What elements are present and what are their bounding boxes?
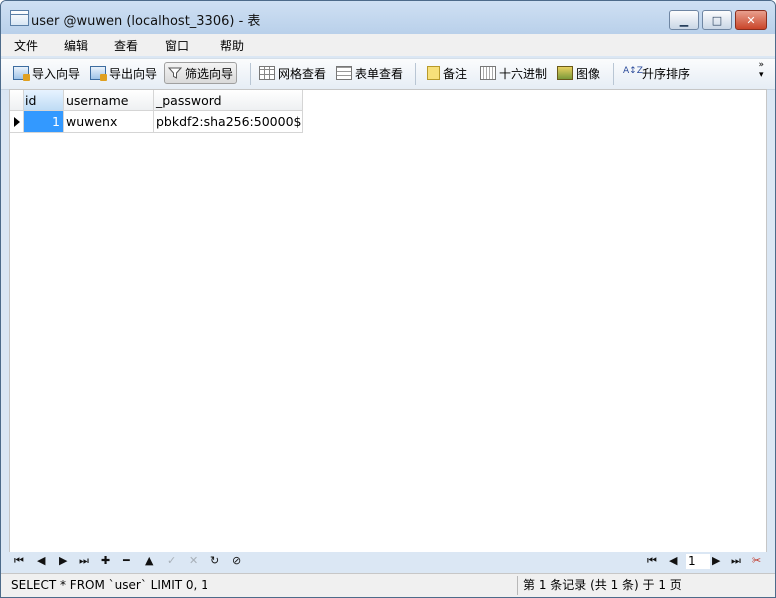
refresh-icon[interactable]: ↻ xyxy=(210,554,219,567)
delete-record-icon[interactable]: ━ xyxy=(123,554,130,567)
table-icon xyxy=(10,10,29,26)
close-button[interactable]: ✕ xyxy=(735,10,767,30)
minimize-button[interactable]: ▁ xyxy=(669,10,699,30)
sort-ascending-button[interactable]: A↕Z 升序排序 xyxy=(623,63,690,83)
memo-button[interactable]: 备注 xyxy=(427,63,467,83)
filter-wizard-button[interactable]: 筛选向导 xyxy=(164,62,238,84)
memo-label: 备注 xyxy=(443,66,468,81)
toolbar: 导入向导 导出向导 筛选向导 网格查看 表单查看 备注 十六进制 图像 A↕Z … xyxy=(1,58,775,90)
data-grid[interactable]: id username _password 1 wuwenx pbkdf2:sh… xyxy=(9,89,767,553)
import-wizard-label: 导入向导 xyxy=(32,66,81,81)
column-header-username[interactable]: username xyxy=(64,90,154,111)
prev-record-icon[interactable]: ◀ xyxy=(37,554,45,567)
maximize-button[interactable]: □ xyxy=(702,10,732,30)
minimize-icon: ▁ xyxy=(679,13,689,27)
table-cell-id[interactable]: 1 xyxy=(24,111,64,133)
export-icon xyxy=(90,66,107,81)
apply-changes-icon[interactable]: ✓ xyxy=(167,554,176,567)
toolbar-separator xyxy=(415,63,416,85)
window-title: user @wuwen (localhost_3306) - 表 xyxy=(31,14,261,29)
form-view-label: 表单查看 xyxy=(355,66,404,81)
menu-window[interactable]: 窗口 xyxy=(165,37,189,54)
last-page-icon[interactable]: ⏭ xyxy=(731,554,741,568)
row-header-corner xyxy=(10,90,24,111)
table-window: user @wuwen (localhost_3306) - 表 ▁ □ ✕ 文… xyxy=(0,0,776,598)
menu-edit[interactable]: 编辑 xyxy=(64,37,88,54)
image-button[interactable]: 图像 xyxy=(557,63,600,83)
image-icon xyxy=(557,66,573,80)
column-header-password[interactable]: _password xyxy=(154,90,303,111)
sort-ascending-icon: A↕Z xyxy=(623,66,643,76)
sort-ascending-label: 升序排序 xyxy=(642,66,691,81)
grid-view-button[interactable]: 网格查看 xyxy=(259,63,326,83)
grid-icon xyxy=(259,66,275,80)
form-view-button[interactable]: 表单查看 xyxy=(336,63,403,83)
window-controls: ▁ □ ✕ xyxy=(669,10,767,30)
sql-status-text: SELECT * FROM `user` LIMIT 0, 10 xyxy=(11,578,207,592)
last-record-icon[interactable]: ⏭ xyxy=(79,554,89,568)
table-cell-username[interactable]: wuwenx xyxy=(64,111,154,133)
title-bar[interactable]: user @wuwen (localhost_3306) - 表 ▁ □ ✕ xyxy=(1,1,775,34)
move-up-icon[interactable]: ▲ xyxy=(145,554,153,567)
menu-help[interactable]: 帮助 xyxy=(220,37,244,54)
status-separator xyxy=(517,576,518,595)
hex-button[interactable]: 十六进制 xyxy=(480,63,547,83)
menu-file[interactable]: 文件 xyxy=(14,37,38,54)
form-icon xyxy=(336,66,352,80)
image-label: 图像 xyxy=(576,66,601,81)
export-wizard-label: 导出向导 xyxy=(109,66,158,81)
settings-tool-icon[interactable]: ✂ xyxy=(752,554,761,567)
table-cell-password[interactable]: pbkdf2:sha256:50000$qU xyxy=(154,111,303,133)
prev-page-icon[interactable]: ◀ xyxy=(669,554,677,567)
first-record-icon[interactable]: ⏮ xyxy=(14,554,24,568)
record-navigator: ⏮ ◀ ▶ ⏭ ✚ ━ ▲ ✓ ✕ ↻ ⊘ ⏮ ◀ 1 ▶ ⏭ ✂ xyxy=(9,552,767,572)
memo-icon xyxy=(427,66,440,80)
record-status-text: 第 1 条记录 (共 1 条) 于 1 页 xyxy=(523,578,682,592)
filter-wizard-label: 筛选向导 xyxy=(185,66,234,81)
import-icon xyxy=(13,66,30,81)
current-row-indicator[interactable] xyxy=(10,111,24,133)
next-record-icon[interactable]: ▶ xyxy=(59,554,67,567)
toolbar-overflow-button[interactable]: » ▾ xyxy=(758,60,764,80)
menu-view[interactable]: 查看 xyxy=(114,37,138,54)
maximize-icon: □ xyxy=(711,13,723,27)
filter-icon xyxy=(168,67,182,79)
column-header-id[interactable]: id xyxy=(24,90,64,111)
discard-changes-icon[interactable]: ✕ xyxy=(189,554,198,567)
first-page-icon[interactable]: ⏮ xyxy=(647,554,657,568)
toolbar-separator xyxy=(613,63,614,85)
toolbar-separator xyxy=(250,63,251,85)
add-record-icon[interactable]: ✚ xyxy=(101,554,110,567)
chevron-down-icon: ▾ xyxy=(758,70,764,80)
chevron-right-icon: » xyxy=(758,60,764,70)
import-wizard-button[interactable]: 导入向导 xyxy=(13,63,80,83)
hex-icon xyxy=(480,66,496,80)
hex-label: 十六进制 xyxy=(499,66,548,81)
menu-bar: 文件 编辑 查看 窗口 帮助 xyxy=(1,34,775,56)
page-number-input[interactable]: 1 xyxy=(686,554,710,569)
status-bar: SELECT * FROM `user` LIMIT 0, 10 第 1 条记录… xyxy=(1,573,775,597)
close-icon: ✕ xyxy=(746,13,756,27)
export-wizard-button[interactable]: 导出向导 xyxy=(90,63,157,83)
next-page-icon[interactable]: ▶ xyxy=(712,554,720,567)
stop-icon[interactable]: ⊘ xyxy=(232,554,241,567)
grid-view-label: 网格查看 xyxy=(278,66,327,81)
